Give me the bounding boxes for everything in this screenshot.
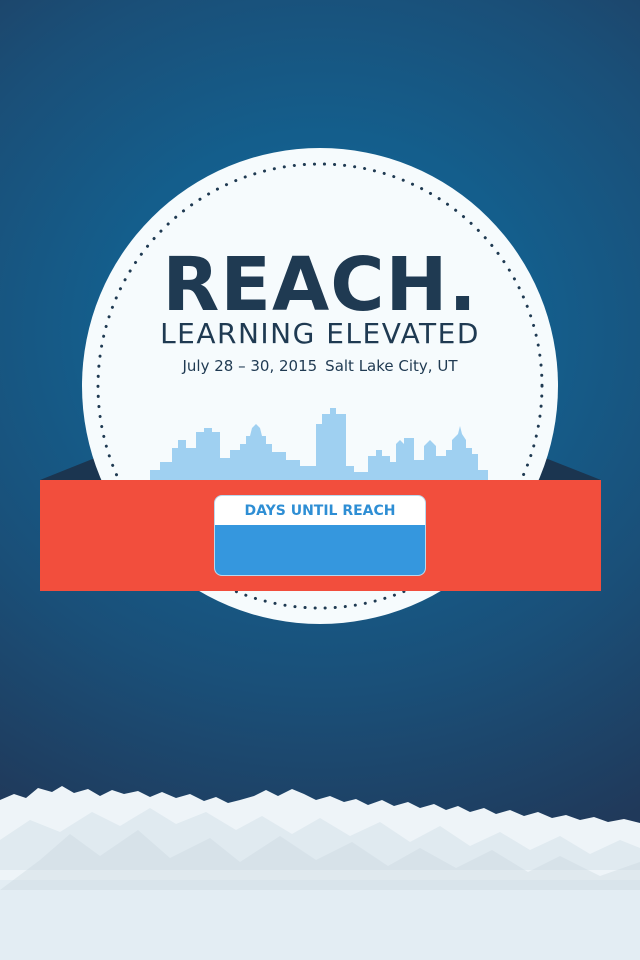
countdown-label: DAYS UNTIL REACH <box>244 503 396 519</box>
event-location: Salt Lake City, UT <box>325 357 458 375</box>
countdown-card[interactable]: DAYS UNTIL REACH <box>214 495 426 576</box>
app-title: REACH. <box>162 242 478 328</box>
event-info: July 28 – 30, 2015 Salt Lake City, UT <box>0 354 640 378</box>
tagline: LEARNING ELEVATED <box>160 317 480 350</box>
countdown-value <box>215 525 425 575</box>
city-skyline-illustration <box>150 408 488 482</box>
splash-screen: REACH. LEARNING ELEVATED July 28 – 30, 2… <box>0 0 640 960</box>
event-dates: July 28 – 30, 2015 <box>182 357 318 375</box>
